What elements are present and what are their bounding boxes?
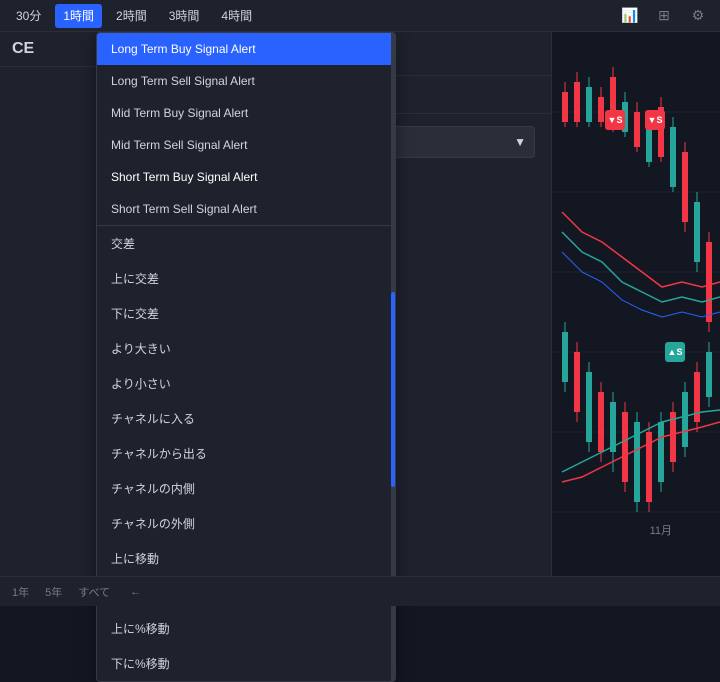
timeframe-1h[interactable]: 1時間 — [55, 4, 102, 28]
dropdown-item-exit-channel[interactable]: チャネルから出る — [97, 436, 395, 471]
sell-signal-1: ▼S — [605, 110, 625, 130]
sell-signal-1-label: ▼S — [608, 115, 623, 125]
dropdown-item-move-up[interactable]: 上に移動 — [97, 541, 395, 576]
dropdown-item-short-buy[interactable]: Short Term Buy Signal Alert — [97, 161, 395, 193]
chart-area: ▼S ▼S ▲S 11月 — [552, 32, 720, 576]
dropdown-scrollbar-thumb — [391, 292, 395, 486]
dropdown-item-percent-down[interactable]: 下に%移動 — [97, 646, 395, 681]
conditions-content: Short Term Buy Signal Alert ▼ Long Term … — [208, 126, 535, 158]
timerange-5y[interactable]: 5年 — [45, 584, 62, 600]
chevron-down-icon: ▼ — [514, 135, 526, 149]
buy-signal-1-label: ▲S — [668, 347, 683, 357]
signal-options-section: Long Term Buy Signal Alert Long Term Sel… — [97, 33, 395, 226]
timeframe-30min[interactable]: 30分 — [8, 4, 49, 28]
grid-icon[interactable]: ⊞ — [650, 4, 678, 28]
top-toolbar: 30分 1時間 2時間 3時間 4時間 📊 ⊞ ⚙ — [0, 0, 720, 32]
dropdown-item-cross[interactable]: 交差 — [97, 226, 395, 261]
arrow-left-icon[interactable]: ← — [130, 586, 141, 598]
dropdown-item-long-buy[interactable]: Long Term Buy Signal Alert — [97, 33, 395, 65]
dropdown-item-mid-sell[interactable]: Mid Term Sell Signal Alert — [97, 129, 395, 161]
candlestick-chart — [552, 32, 720, 576]
chart-type-icon[interactable]: 📊 — [616, 4, 644, 28]
dropdown-item-inside-channel[interactable]: チャネルの内側 — [97, 471, 395, 506]
november-label: 11月 — [650, 522, 672, 538]
separator-options-section: 交差 上に交差 下に交差 より大きい より小さい チャネルに入る チャネルから出… — [97, 226, 395, 681]
bottom-bar: 1年 5年 すべて ← — [0, 576, 720, 606]
dropdown-item-less[interactable]: より小さい — [97, 366, 395, 401]
main-panel: BTCUSDTのア... 設定 通知 3 条件 Short Term Buy S… — [112, 32, 552, 606]
timerange-1y[interactable]: 1年 — [12, 584, 29, 600]
buy-signal-1: ▲S — [665, 342, 685, 362]
sell-signal-2-label: ▼S — [648, 115, 663, 125]
dropdown-item-mid-buy[interactable]: Mid Term Buy Signal Alert — [97, 97, 395, 129]
dropdown-item-enter-channel[interactable]: チャネルに入る — [97, 401, 395, 436]
sell-signal-2: ▼S — [645, 110, 665, 130]
dropdown-item-greater[interactable]: より大きい — [97, 331, 395, 366]
dropdown-item-percent-up[interactable]: 上に%移動 — [97, 611, 395, 646]
dropdown-item-cross-up[interactable]: 上に交差 — [97, 261, 395, 296]
dropdown-item-cross-down[interactable]: 下に交差 — [97, 296, 395, 331]
dropdown-item-outside-channel[interactable]: チャネルの外側 — [97, 506, 395, 541]
timeframe-3h[interactable]: 3時間 — [161, 4, 208, 28]
timerange-all[interactable]: すべて — [78, 584, 110, 600]
conditions-row: 条件 Short Term Buy Signal Alert ▼ Long Te… — [128, 126, 535, 158]
timeframe-4h[interactable]: 4時間 — [213, 4, 260, 28]
settings-icon[interactable]: ⚙ — [684, 4, 712, 28]
symbol-label: CE — [0, 32, 111, 67]
dropdown-item-long-sell[interactable]: Long Term Sell Signal Alert — [97, 65, 395, 97]
dropdown-item-short-sell[interactable]: Short Term Sell Signal Alert — [97, 193, 395, 225]
timeframe-2h[interactable]: 2時間 — [108, 4, 155, 28]
panel-body: 条件 Short Term Buy Signal Alert ▼ Long Te… — [112, 114, 551, 502]
